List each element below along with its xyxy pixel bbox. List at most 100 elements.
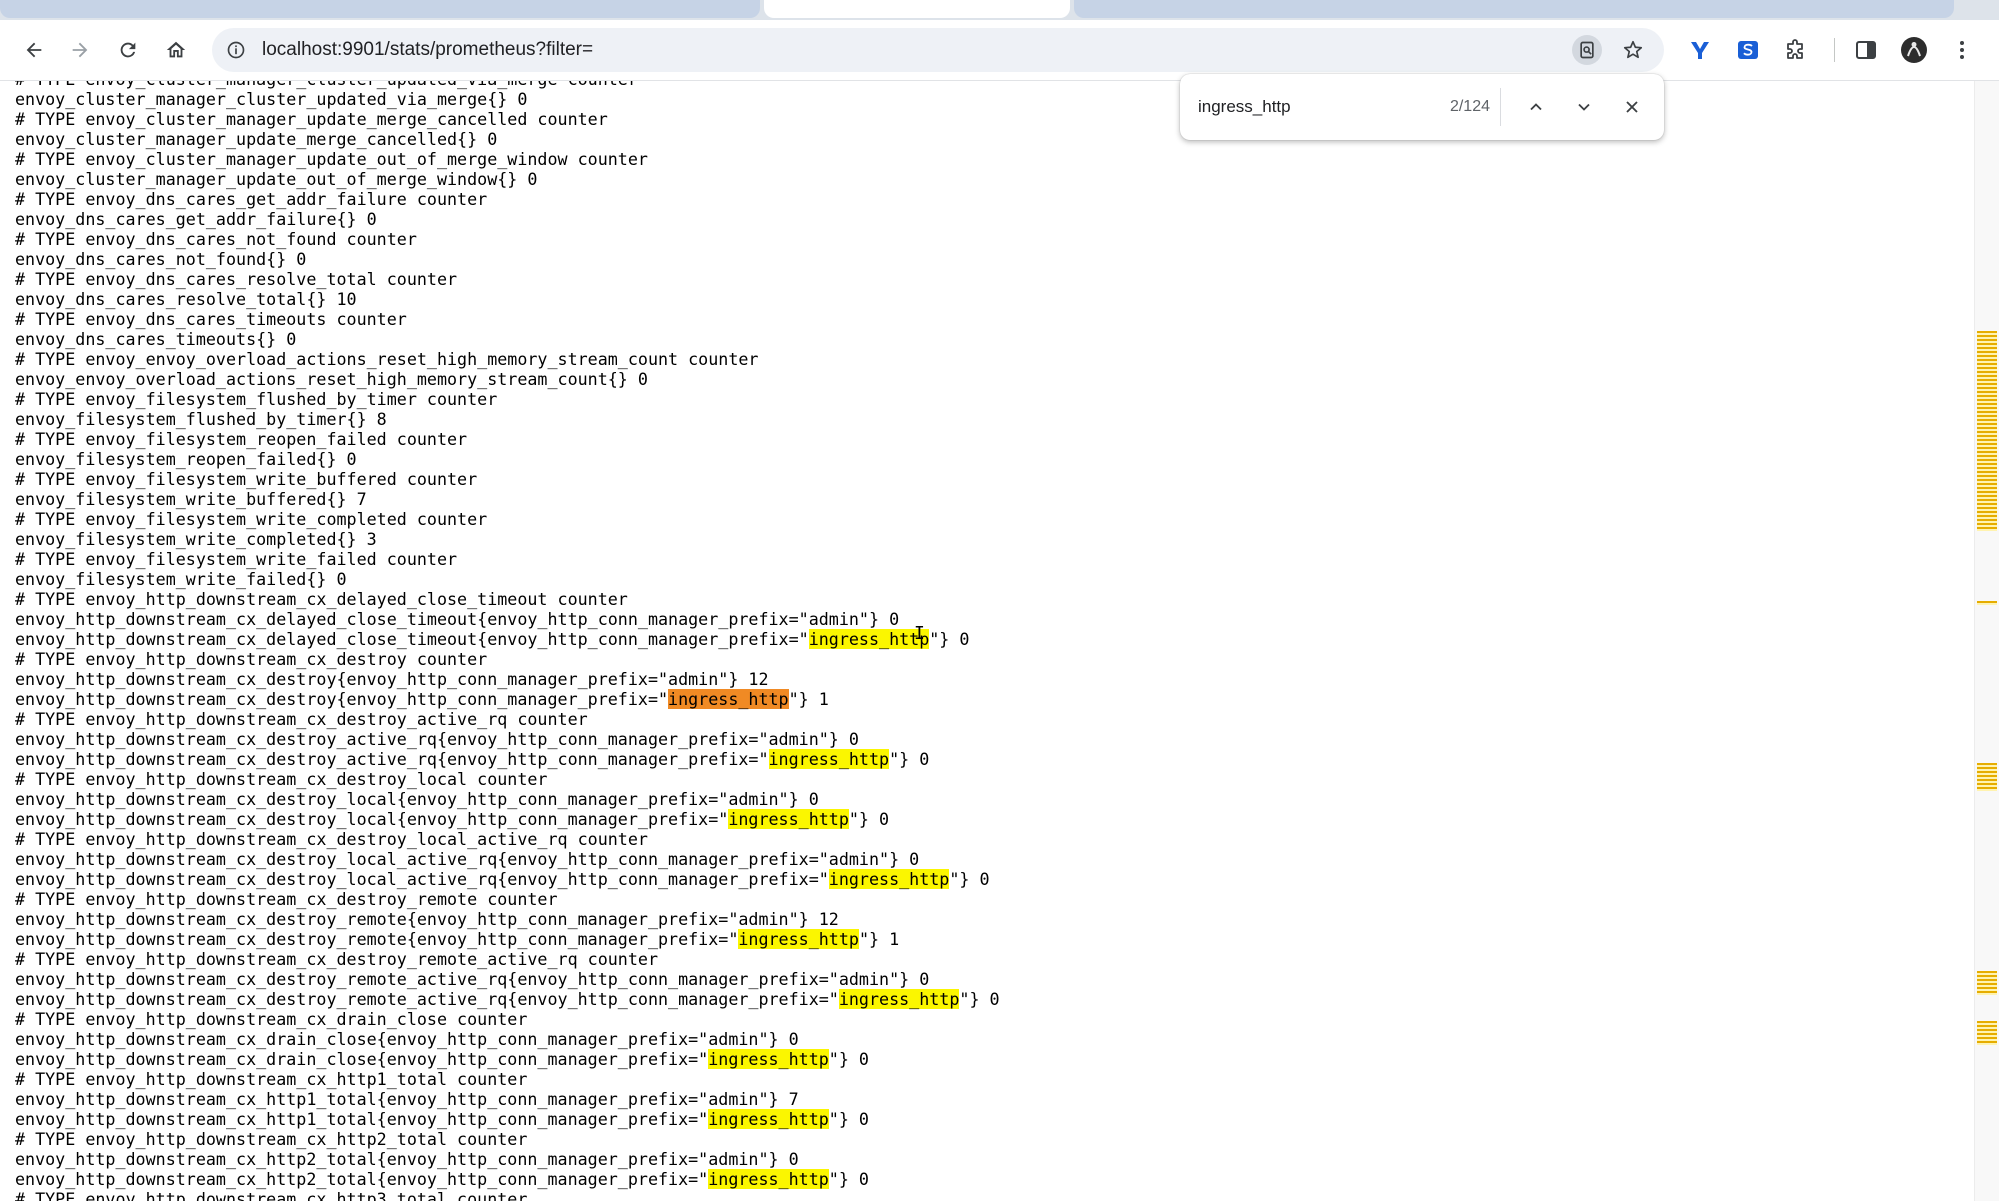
metric-line: envoy_cluster_manager_update_out_of_merg… bbox=[15, 169, 538, 189]
chevron-down-icon bbox=[1578, 103, 1590, 111]
find-in-page-button[interactable] bbox=[1572, 35, 1602, 65]
find-match-highlight: ingress_http bbox=[708, 1109, 829, 1129]
type-comment-line: # TYPE envoy_cluster_manager_update_merg… bbox=[15, 109, 608, 129]
side-panel-icon bbox=[1856, 41, 1876, 59]
info-icon bbox=[227, 41, 245, 59]
metric-line: envoy_dns_cares_timeouts{} 0 bbox=[15, 329, 297, 349]
find-match-highlight: ingress_http bbox=[808, 629, 930, 649]
back-button[interactable] bbox=[18, 34, 50, 66]
tab[interactable] bbox=[1074, 0, 1954, 18]
type-comment-line: # TYPE envoy_dns_cares_resolve_total cou… bbox=[15, 269, 458, 289]
metric-line: envoy_http_downstream_cx_delayed_close_t… bbox=[15, 609, 900, 629]
type-comment-line: # TYPE envoy_http_downstream_cx_destroy_… bbox=[15, 949, 658, 969]
type-comment-line: # TYPE envoy_filesystem_flushed_by_timer… bbox=[15, 389, 498, 409]
bookmark-button[interactable] bbox=[1618, 35, 1648, 65]
find-match-highlight: ingress_http bbox=[738, 929, 859, 949]
text-cursor-icon: I bbox=[914, 623, 925, 644]
type-comment-line: # TYPE envoy_http_downstream_cx_http2_to… bbox=[15, 1129, 528, 1149]
extension-s-icon bbox=[1738, 41, 1758, 59]
metric-line: envoy_http_downstream_cx_http1_total{env… bbox=[15, 1109, 869, 1129]
address-bar[interactable]: localhost:9901/stats/prometheus?filter= bbox=[212, 28, 1664, 72]
metric-line: envoy_filesystem_flushed_by_timer{} 8 bbox=[15, 409, 387, 429]
forward-button[interactable] bbox=[64, 34, 96, 66]
type-comment-line: # TYPE envoy_dns_cares_timeouts counter bbox=[15, 309, 407, 329]
site-info-button[interactable] bbox=[224, 38, 248, 62]
metric-line: envoy_http_downstream_cx_http2_total{env… bbox=[15, 1169, 869, 1189]
arrow-right-icon bbox=[72, 42, 88, 58]
type-comment-line: # TYPE envoy_http_downstream_cx_destroy_… bbox=[15, 829, 648, 849]
find-match-highlight: ingress_http bbox=[838, 989, 960, 1009]
type-comment-line: # TYPE envoy_http_downstream_cx_drain_cl… bbox=[15, 1009, 528, 1029]
find-bar: 2/124 bbox=[1180, 74, 1664, 140]
profile-avatar[interactable] bbox=[1898, 34, 1930, 66]
metric-line: envoy_envoy_overload_actions_reset_high_… bbox=[15, 369, 648, 389]
find-next-button[interactable] bbox=[1568, 91, 1600, 123]
metric-line: envoy_http_downstream_cx_destroy_remote_… bbox=[15, 989, 1000, 1009]
home-button[interactable] bbox=[160, 34, 192, 66]
extension-y-icon bbox=[1691, 42, 1709, 59]
chevron-up-icon bbox=[1530, 103, 1542, 111]
reload-button[interactable] bbox=[112, 34, 144, 66]
find-previous-button[interactable] bbox=[1520, 91, 1552, 123]
metric-line: envoy_http_downstream_cx_destroy_local_a… bbox=[15, 869, 990, 889]
type-comment-line: # TYPE envoy_dns_cares_get_addr_failure … bbox=[15, 189, 488, 209]
type-comment-line: # TYPE envoy_envoy_overload_actions_rese… bbox=[15, 349, 759, 369]
metric-line: envoy_dns_cares_not_found{} 0 bbox=[15, 249, 307, 269]
metric-line: envoy_http_downstream_cx_destroy_remote{… bbox=[15, 909, 839, 929]
type-comment-line: # TYPE envoy_filesystem_write_failed cou… bbox=[15, 549, 458, 569]
side-panel-button[interactable] bbox=[1850, 34, 1882, 66]
type-comment-line: # TYPE envoy_cluster_manager_cluster_upd… bbox=[15, 81, 1000, 89]
metric-line: envoy_http_downstream_cx_destroy_local{e… bbox=[15, 809, 890, 829]
active-find-match: ingress_http bbox=[668, 689, 789, 709]
home-icon bbox=[166, 41, 186, 58]
url-text[interactable]: localhost:9901/stats/prometheus?filter= bbox=[262, 28, 593, 72]
type-comment-line: # TYPE envoy_http_downstream_cx_delayed_… bbox=[15, 589, 628, 609]
metric-line: envoy_http_downstream_cx_destroy_active_… bbox=[15, 729, 859, 749]
find-match-highlight: ingress_http bbox=[728, 809, 849, 829]
metric-line: envoy_http_downstream_cx_destroy{envoy_h… bbox=[15, 669, 769, 689]
find-close-button[interactable] bbox=[1616, 91, 1648, 123]
metric-line: envoy_dns_cares_get_addr_failure{} 0 bbox=[15, 209, 377, 229]
extension-y-button[interactable] bbox=[1684, 34, 1716, 66]
metric-line: envoy_cluster_manager_cluster_updated_vi… bbox=[15, 89, 528, 109]
metric-line: envoy_http_downstream_cx_destroy{envoy_h… bbox=[15, 689, 829, 709]
tab-active[interactable] bbox=[764, 0, 1070, 18]
extension-s-button[interactable] bbox=[1732, 34, 1764, 66]
menu-button[interactable] bbox=[1946, 34, 1978, 66]
find-match-marker bbox=[1977, 475, 1997, 531]
avatar-icon bbox=[1901, 37, 1927, 63]
type-comment-line: # TYPE envoy_dns_cares_not_found counter bbox=[15, 229, 417, 249]
type-comment-line: # TYPE envoy_http_downstream_cx_http1_to… bbox=[15, 1069, 528, 1089]
puzzle-icon bbox=[1787, 39, 1803, 59]
type-comment-line: # TYPE envoy_cluster_manager_update_out_… bbox=[15, 149, 648, 169]
metric-line: envoy_filesystem_write_completed{} 3 bbox=[15, 529, 377, 549]
star-icon bbox=[1623, 40, 1643, 59]
scrollbar[interactable] bbox=[1974, 81, 1999, 1201]
metric-line: envoy_cluster_manager_update_merge_cance… bbox=[15, 129, 498, 149]
type-comment-line: # TYPE envoy_http_downstream_cx_destroy_… bbox=[15, 769, 548, 789]
type-comment-line: # TYPE envoy_filesystem_write_buffered c… bbox=[15, 469, 478, 489]
tab-strip bbox=[0, 0, 1999, 20]
find-match-highlight: ingress_http bbox=[708, 1049, 829, 1069]
find-match-count: 2/124 bbox=[1449, 98, 1490, 115]
metric-line: envoy_http_downstream_cx_delayed_close_t… bbox=[15, 629, 970, 649]
extensions-button[interactable] bbox=[1780, 34, 1812, 66]
metric-line: envoy_http_downstream_cx_http2_total{env… bbox=[15, 1149, 799, 1169]
find-input[interactable] bbox=[1198, 92, 1398, 122]
find-match-highlight: ingress_http bbox=[708, 1169, 829, 1189]
page-content: # TYPE envoy_cluster_manager_cluster_upd… bbox=[0, 81, 1975, 1201]
browser-toolbar: localhost:9901/stats/prometheus?filter= bbox=[0, 20, 1999, 81]
arrow-left-icon bbox=[26, 42, 42, 58]
close-icon bbox=[1626, 101, 1638, 113]
find-match-marker bbox=[1977, 1021, 1997, 1045]
type-comment-line: # TYPE envoy_http_downstream_cx_destroy_… bbox=[15, 709, 588, 729]
find-match-highlight: ingress_http bbox=[768, 749, 890, 769]
metric-line: envoy_dns_cares_resolve_total{} 10 bbox=[15, 289, 357, 309]
metric-line: envoy_http_downstream_cx_http1_total{env… bbox=[15, 1089, 799, 1109]
type-comment-line: # TYPE envoy_filesystem_write_completed … bbox=[15, 509, 488, 529]
tab[interactable] bbox=[0, 0, 760, 18]
find-match-marker bbox=[1977, 971, 1997, 995]
metric-line: envoy_filesystem_write_failed{} 0 bbox=[15, 569, 347, 589]
find-in-page-icon bbox=[1580, 41, 1594, 59]
metric-line: envoy_filesystem_reopen_failed{} 0 bbox=[15, 449, 357, 469]
